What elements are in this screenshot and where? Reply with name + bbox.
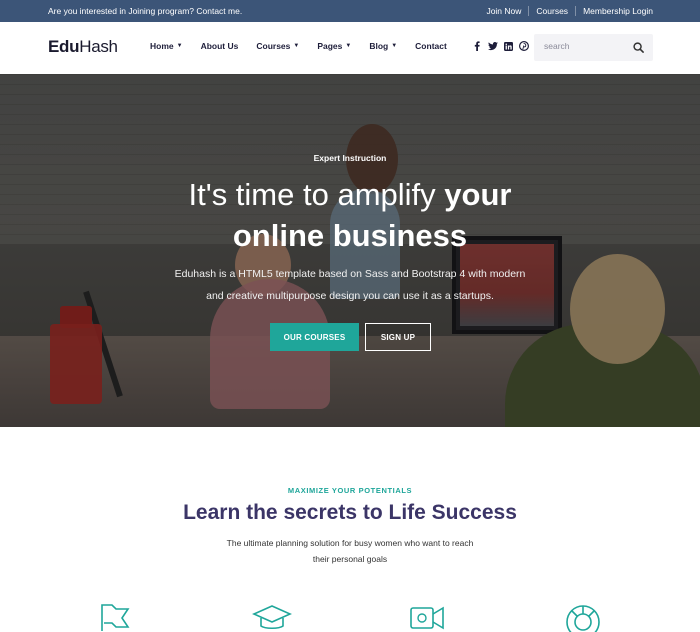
logo-rest-text: Hash bbox=[79, 37, 118, 56]
hero-title-regular: It's time to amplify bbox=[188, 177, 445, 212]
topbar-links: Join Now Courses Membership Login bbox=[486, 6, 653, 16]
hero-banner: Expert Instruction It's time to amplify … bbox=[0, 74, 700, 427]
top-bar: Are you interested in Joining program? C… bbox=[0, 0, 700, 22]
join-now-link[interactable]: Join Now bbox=[486, 6, 528, 16]
nav-label: Courses bbox=[256, 41, 291, 51]
logo-bold-text: Edu bbox=[48, 37, 80, 56]
hero-title-bold: your bbox=[444, 177, 512, 212]
chevron-down-icon: ▼ bbox=[391, 43, 398, 49]
nav-item-pages[interactable]: Pages ▼ bbox=[317, 41, 351, 51]
video-camera-icon bbox=[410, 606, 444, 630]
chevron-down-icon: ▼ bbox=[176, 43, 183, 49]
topbar-message[interactable]: Are you interested in Joining program? C… bbox=[48, 6, 242, 16]
search-input[interactable] bbox=[544, 41, 629, 51]
section-title: Learn the secrets to Life Success bbox=[183, 501, 517, 524]
facebook-icon[interactable] bbox=[472, 41, 482, 51]
nav-label: About Us bbox=[200, 41, 239, 51]
site-logo[interactable]: EduHash bbox=[48, 37, 118, 57]
lifebuoy-icon bbox=[566, 605, 600, 632]
search-box bbox=[534, 34, 653, 61]
courses-link[interactable]: Courses bbox=[528, 6, 575, 16]
chevron-down-icon: ▼ bbox=[293, 43, 300, 49]
our-courses-button[interactable]: OUR COURSES bbox=[270, 323, 359, 351]
pinterest-icon[interactable] bbox=[518, 41, 529, 51]
nav-label: Contact bbox=[415, 41, 447, 51]
main-nav: Home ▼ About Us Courses ▼ Pages ▼ Blog ▼ Con… bbox=[150, 41, 465, 51]
twitter-icon[interactable] bbox=[487, 41, 498, 51]
nav-item-blog[interactable]: Blog ▼ bbox=[369, 41, 397, 51]
potentials-section: MAXIMIZE YOUR POTENTIALS Learn the secre… bbox=[0, 427, 700, 632]
nav-item-home[interactable]: Home ▼ bbox=[150, 41, 183, 51]
nav-item-courses[interactable]: Courses ▼ bbox=[256, 41, 299, 51]
nav-label: Blog bbox=[369, 41, 389, 51]
subtitle-line: The ultimate planning solution for busy … bbox=[226, 538, 474, 548]
hero-kicker: Expert Instruction bbox=[313, 153, 387, 163]
hero-title-bold: online business bbox=[232, 218, 468, 253]
search-icon[interactable] bbox=[633, 42, 644, 53]
hero-title: It's time to amplify your online business bbox=[0, 174, 700, 256]
subtitle-line: their personal goals bbox=[312, 554, 388, 564]
section-kicker: MAXIMIZE YOUR POTENTIALS bbox=[287, 486, 413, 495]
membership-login-link[interactable]: Membership Login bbox=[575, 6, 653, 16]
nav-label: Pages bbox=[317, 41, 343, 51]
nav-label: Home bbox=[150, 41, 174, 51]
site-header: EduHash Home ▼ About Us Courses ▼ Pages ▼ B… bbox=[0, 22, 700, 74]
linkedin-icon[interactable] bbox=[503, 41, 513, 51]
sign-up-button[interactable]: SIGN UP bbox=[365, 323, 431, 351]
graduation-cap-icon bbox=[252, 605, 292, 630]
flag-icon bbox=[101, 604, 130, 631]
social-links bbox=[472, 41, 534, 51]
nav-item-contact[interactable]: Contact bbox=[415, 41, 447, 51]
nav-item-about-us[interactable]: About Us bbox=[201, 41, 239, 51]
chevron-down-icon: ▼ bbox=[345, 43, 352, 49]
hero-description: Eduhash is a HTML5 template based on Sas… bbox=[174, 268, 526, 302]
section-subtitle: The ultimate planning solution for busy … bbox=[200, 535, 500, 567]
